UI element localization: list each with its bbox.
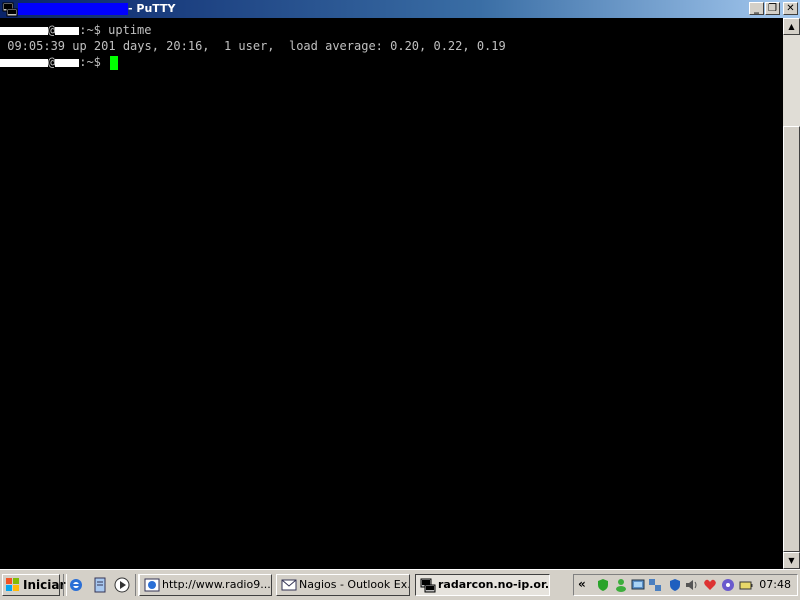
terminal-line: @ :~$: [0, 54, 119, 70]
media-player-icon[interactable]: [114, 577, 130, 593]
putty-icon: [420, 578, 436, 593]
internet-explorer-icon[interactable]: [68, 577, 84, 593]
network-status-icon[interactable]: [721, 578, 735, 592]
prompt-suffix: :~$: [79, 55, 101, 69]
terminal-cursor: [110, 55, 119, 70]
terminal-output-line: 09:05:39 up 201 days, 20:16, 1 user, loa…: [0, 39, 506, 53]
outlook-icon: [281, 579, 297, 591]
mail-icon[interactable]: [703, 578, 717, 592]
terminal-line: @ :~$ uptime: [0, 22, 152, 38]
redacted-host: [55, 26, 80, 35]
vertical-scrollbar[interactable]: ▲ ▼: [783, 18, 800, 569]
messenger-icon[interactable]: [614, 578, 628, 592]
security-icon[interactable]: [596, 578, 610, 592]
command-text: uptime: [108, 23, 152, 37]
window-title: - PuTTY: [128, 2, 176, 15]
scroll-up-arrow-icon[interactable]: ▲: [783, 18, 800, 35]
taskbar-separator: [63, 574, 67, 596]
browser-icon: [144, 578, 160, 592]
at-sign: @: [48, 55, 56, 69]
maximize-button[interactable]: ❐: [765, 2, 780, 15]
title-bar[interactable]: - PuTTY _ ❐ ✕: [0, 0, 800, 18]
task-label: radarcon.no-ip.or...: [438, 578, 550, 591]
start-button[interactable]: Iniciar: [2, 574, 65, 596]
start-label: Iniciar: [23, 578, 66, 592]
redacted-username: [0, 26, 48, 35]
putty-icon: [2, 2, 18, 17]
volume-icon[interactable]: [685, 578, 699, 592]
windows-logo-icon: [6, 578, 19, 591]
display-icon[interactable]: [648, 578, 662, 592]
redacted-hostname: [18, 3, 128, 15]
tray-expand-chevron-icon[interactable]: «: [578, 577, 586, 591]
redacted-host: [55, 58, 80, 67]
antivirus-icon[interactable]: [668, 578, 682, 592]
task-label: Nagios - Outlook Ex...: [299, 578, 410, 591]
taskbar-task-browser[interactable]: http://www.radio9...: [139, 574, 272, 596]
network-icon[interactable]: [631, 578, 645, 592]
prompt-suffix: :~$: [79, 23, 101, 37]
task-label: http://www.radio9...: [162, 578, 271, 591]
notepad-icon[interactable]: [92, 577, 108, 593]
taskbar: Iniciar http://www.radio9... Nagios - Ou…: [0, 569, 800, 600]
taskbar-task-outlook[interactable]: Nagios - Outlook Ex...: [276, 574, 410, 596]
terminal-area[interactable]: @ :~$ uptime 09:05:39 up 201 days, 20:16,…: [0, 18, 783, 569]
system-tray: « 07:48: [573, 574, 798, 596]
clock[interactable]: 07:48: [759, 578, 791, 591]
close-button[interactable]: ✕: [783, 2, 798, 15]
taskbar-task-putty[interactable]: radarcon.no-ip.or...: [415, 574, 550, 596]
battery-icon[interactable]: [739, 578, 753, 592]
at-sign: @: [48, 23, 56, 37]
scroll-down-arrow-icon[interactable]: ▼: [783, 552, 800, 569]
minimize-button[interactable]: _: [749, 2, 764, 15]
scroll-thumb[interactable]: [783, 126, 800, 552]
redacted-username: [0, 58, 48, 67]
